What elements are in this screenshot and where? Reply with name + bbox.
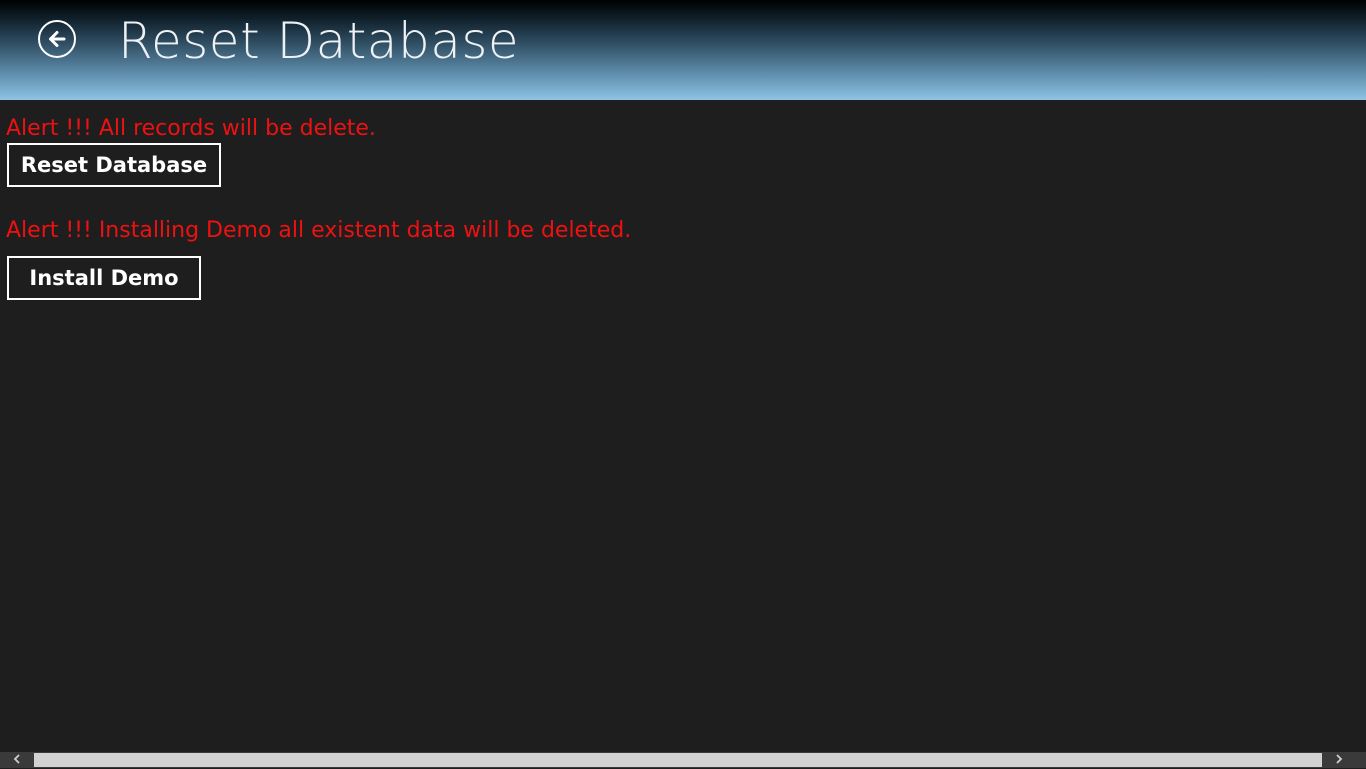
demo-warning-text: Alert !!! Installing Demo all existent d… bbox=[6, 218, 632, 243]
scroll-right-button[interactable] bbox=[1322, 752, 1356, 768]
install-demo-button[interactable]: Install Demo bbox=[7, 256, 201, 300]
page-title: Reset Database bbox=[118, 12, 520, 70]
header-bar: Reset Database bbox=[0, 0, 1366, 100]
back-arrow-icon bbox=[46, 28, 68, 50]
scroll-left-button[interactable] bbox=[0, 752, 34, 768]
back-button[interactable] bbox=[38, 20, 76, 58]
chevron-right-icon bbox=[1334, 751, 1344, 769]
chevron-left-icon bbox=[12, 751, 22, 769]
scrollbar-thumb[interactable] bbox=[34, 753, 1322, 767]
horizontal-scrollbar[interactable] bbox=[0, 752, 1366, 768]
reset-warning-text: Alert !!! All records will be delete. bbox=[6, 116, 376, 141]
reset-database-button[interactable]: Reset Database bbox=[7, 143, 221, 187]
